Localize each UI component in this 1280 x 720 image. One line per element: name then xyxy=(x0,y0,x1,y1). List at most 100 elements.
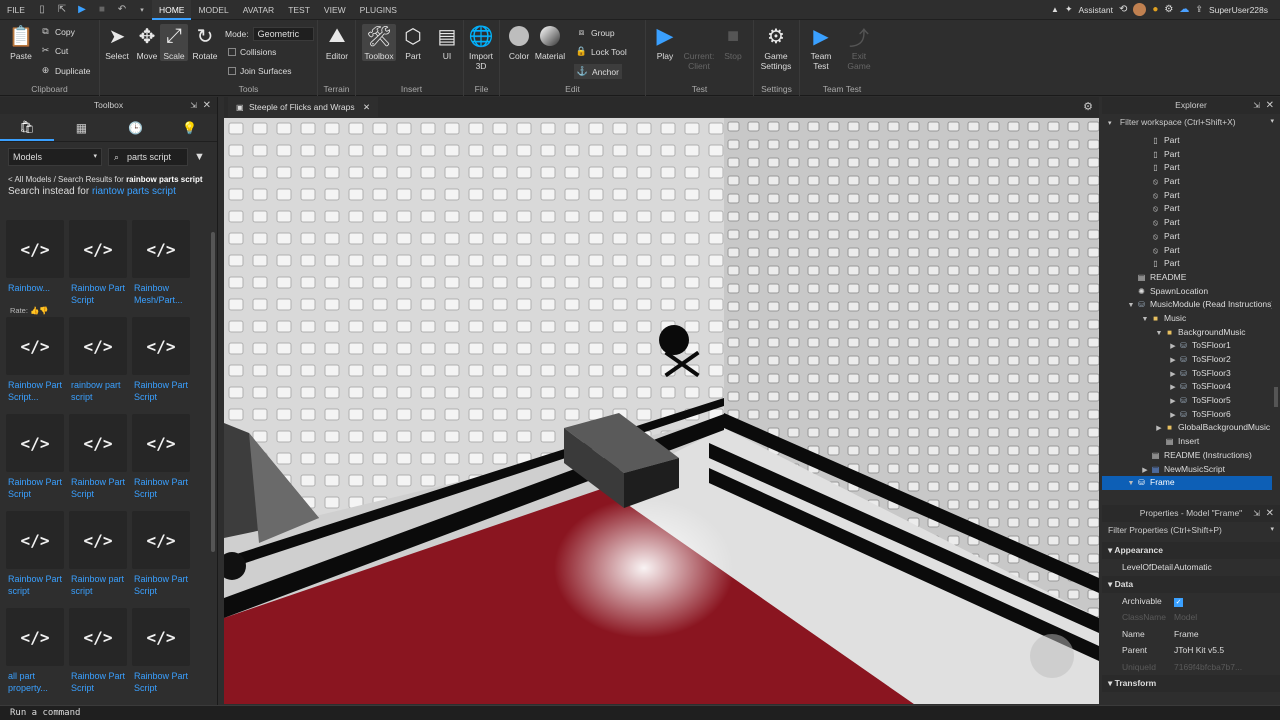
toolbox-item[interactable]: </> Rainbow... Rate: 👍👎 xyxy=(6,220,64,315)
explorer-item[interactable]: ▶ ⛁ ToSFloor6 xyxy=(1102,408,1272,422)
property-section-header[interactable]: ▾ Transform xyxy=(1102,675,1280,692)
explorer-item[interactable]: ⦸ Part xyxy=(1102,189,1272,203)
toolbox-item[interactable]: </> Rainbow Part Script xyxy=(132,608,190,694)
toolbox-scrollbar[interactable] xyxy=(211,232,215,552)
command-bar[interactable]: Run a command xyxy=(0,705,1280,720)
explorer-item[interactable]: ▤ README xyxy=(1102,271,1272,285)
undo-icon[interactable]: ↶ xyxy=(115,3,129,17)
expanded-arrow-icon[interactable]: ▼ xyxy=(1126,477,1136,490)
collapsed-arrow-icon[interactable]: ▶ xyxy=(1168,395,1178,408)
explorer-item[interactable]: ▤ README (Instructions) xyxy=(1102,449,1272,463)
move-button[interactable]: ✥ Move xyxy=(130,24,164,62)
checkbox-checked-icon[interactable]: ✓ xyxy=(1174,597,1183,607)
close-icon[interactable]: ✕ xyxy=(203,97,211,114)
property-value[interactable]: Automatic xyxy=(1168,559,1280,576)
share-dropdown-icon[interactable]: ⇪ xyxy=(1195,4,1203,15)
assistant-button[interactable]: Assistant xyxy=(1078,5,1113,15)
tab-recent[interactable]: 🕒 xyxy=(109,114,163,141)
property-value[interactable]: 7169f4bfcba7b7... xyxy=(1168,659,1280,676)
explorer-item[interactable]: ⦸ Part xyxy=(1102,230,1272,244)
new-file-icon[interactable]: ▯ xyxy=(35,3,49,17)
tab-plugins[interactable]: PLUGINS xyxy=(353,0,404,20)
tab-inventory[interactable]: ▦ xyxy=(54,114,108,141)
3d-viewport[interactable] xyxy=(224,118,1099,704)
property-row[interactable]: UniqueId 7169f4bfcba7b7... xyxy=(1102,659,1280,676)
collapsed-arrow-icon[interactable]: ▶ xyxy=(1168,409,1178,422)
part-button[interactable]: ⬡ Part xyxy=(396,24,430,62)
explorer-filter[interactable]: ▾ Filter workspace (Ctrl+Shift+X) ▾ xyxy=(1102,114,1280,130)
toolbox-item[interactable]: </> rainbow part script xyxy=(69,317,127,403)
group-button[interactable]: ⧈ Group xyxy=(576,27,615,38)
play-button[interactable]: ▶ Play xyxy=(648,23,682,61)
stop-icon[interactable]: ■ xyxy=(95,3,109,17)
explorer-item[interactable]: ▼ ⛁ Frame xyxy=(1102,476,1272,490)
lock-tool-button[interactable]: 🔒 Lock Tool xyxy=(576,46,627,57)
tab-view[interactable]: VIEW xyxy=(317,0,353,20)
color-button[interactable]: Color xyxy=(502,24,536,61)
explorer-item[interactable]: ▼ ⛁ MusicModule (Read Instructions) xyxy=(1102,298,1272,312)
toolbox-item[interactable]: </> Rainbow Mesh/Part... xyxy=(132,220,190,306)
pin-icon[interactable]: ⇲ xyxy=(190,97,197,114)
notification-icon[interactable]: ● xyxy=(1152,4,1158,15)
team-test-button[interactable]: ▶ Team Test xyxy=(804,24,838,72)
cloud-icon[interactable]: ☁ xyxy=(1179,4,1189,15)
paste-button[interactable]: 📋 Paste xyxy=(4,24,38,62)
toolbox-item[interactable]: </> Rainbow part script xyxy=(69,511,127,597)
toolbox-item[interactable]: </> Rainbow Part Script xyxy=(69,220,127,306)
explorer-item[interactable]: ▶ ⛁ ToSFloor4 xyxy=(1102,380,1272,394)
scale-button[interactable]: ⤢ Scale xyxy=(160,24,188,61)
filter-dropdown-icon[interactable]: ▾ xyxy=(1108,120,1112,127)
rotate-button[interactable]: ↻ Rotate xyxy=(188,24,222,62)
play-icon[interactable]: ▶ xyxy=(75,3,89,17)
explorer-item[interactable]: ⦸ Part xyxy=(1102,244,1272,258)
toolbox-item[interactable]: </> Rainbow Part Script xyxy=(69,608,127,694)
avatar[interactable] xyxy=(1133,3,1147,16)
dropdown-arrow-icon[interactable]: ▾ xyxy=(135,3,149,17)
mode-dropdown[interactable]: Geometric xyxy=(252,27,315,41)
property-section-header[interactable]: ▾ Data xyxy=(1102,575,1280,593)
thumbs-up-icon[interactable]: 👍 xyxy=(28,306,39,315)
toolbox-item[interactable]: </> Rainbow Part Script xyxy=(132,414,190,500)
open-file-icon[interactable]: ⇱ xyxy=(55,3,69,17)
explorer-item[interactable]: ▯ Part xyxy=(1102,148,1272,162)
exit-game-button[interactable]: ⤴ Exit Game xyxy=(842,24,876,72)
tab-marketplace[interactable]: 🛍 xyxy=(0,114,55,141)
collisions-checkbox[interactable] xyxy=(228,48,236,56)
properties-filter[interactable]: Filter Properties (Ctrl+Shift+P) ▾ xyxy=(1102,522,1280,538)
share-icon[interactable]: ⟲ xyxy=(1119,4,1127,15)
search-instead-link[interactable]: riantow parts script xyxy=(92,186,176,197)
explorer-item[interactable]: ✺ SpawnLocation xyxy=(1102,285,1272,299)
anchor-button[interactable]: ⚓ Anchor xyxy=(574,64,622,79)
property-row[interactable]: Name Frame xyxy=(1102,626,1280,643)
collapse-icon[interactable]: ▲ xyxy=(1051,5,1059,14)
current-client-button[interactable]: Current: Client xyxy=(682,24,716,71)
search-input[interactable]: ⌕ parts script xyxy=(108,148,188,166)
collapsed-arrow-icon[interactable]: ▶ xyxy=(1168,340,1178,353)
viewport-settings-icon[interactable]: ⚙ xyxy=(1083,100,1093,113)
username-label[interactable]: SuperUser228s xyxy=(1209,5,1268,15)
join-surfaces-toggle[interactable]: Join Surfaces xyxy=(228,66,292,76)
select-button[interactable]: ➤ Select xyxy=(100,24,134,62)
explorer-item[interactable]: ▶ ▤ NewMusicScript xyxy=(1102,463,1272,477)
close-icon[interactable]: ✕ xyxy=(1266,97,1274,114)
pin-icon[interactable]: ⇲ xyxy=(1253,505,1260,522)
explorer-item[interactable]: ▶ ■ GlobalBackgroundMusic xyxy=(1102,421,1272,435)
stop-button[interactable]: ■ Stop xyxy=(716,24,750,62)
property-row[interactable]: Parent JToH Kit v5.5 xyxy=(1102,642,1280,659)
property-value[interactable]: ✓ xyxy=(1168,593,1280,610)
close-tab-icon[interactable]: ✕ xyxy=(363,102,370,112)
pin-icon[interactable]: ⇲ xyxy=(1253,97,1260,114)
property-value[interactable]: JToH Kit v5.5 xyxy=(1168,642,1280,659)
collisions-toggle[interactable]: Collisions xyxy=(228,47,276,57)
collapsed-arrow-icon[interactable]: ▶ xyxy=(1168,368,1178,381)
terrain-editor-button[interactable]: ⛰ Editor xyxy=(320,24,354,62)
collapsed-arrow-icon[interactable]: ▶ xyxy=(1154,422,1164,435)
property-row[interactable]: Archivable ✓ xyxy=(1102,593,1280,610)
settings-icon[interactable]: ⚙ xyxy=(1164,4,1173,15)
explorer-item[interactable]: ▶ ⛁ ToSFloor3 xyxy=(1102,367,1272,381)
explorer-item[interactable]: ▶ ⛁ ToSFloor1 xyxy=(1102,339,1272,353)
cut-button[interactable]: ✂ Cut xyxy=(40,45,69,56)
mode-selector[interactable]: Mode: Geometric xyxy=(225,27,315,41)
toolbox-item[interactable]: </> Rainbow Part Script xyxy=(6,414,64,500)
expanded-arrow-icon[interactable]: ▼ xyxy=(1140,313,1150,326)
